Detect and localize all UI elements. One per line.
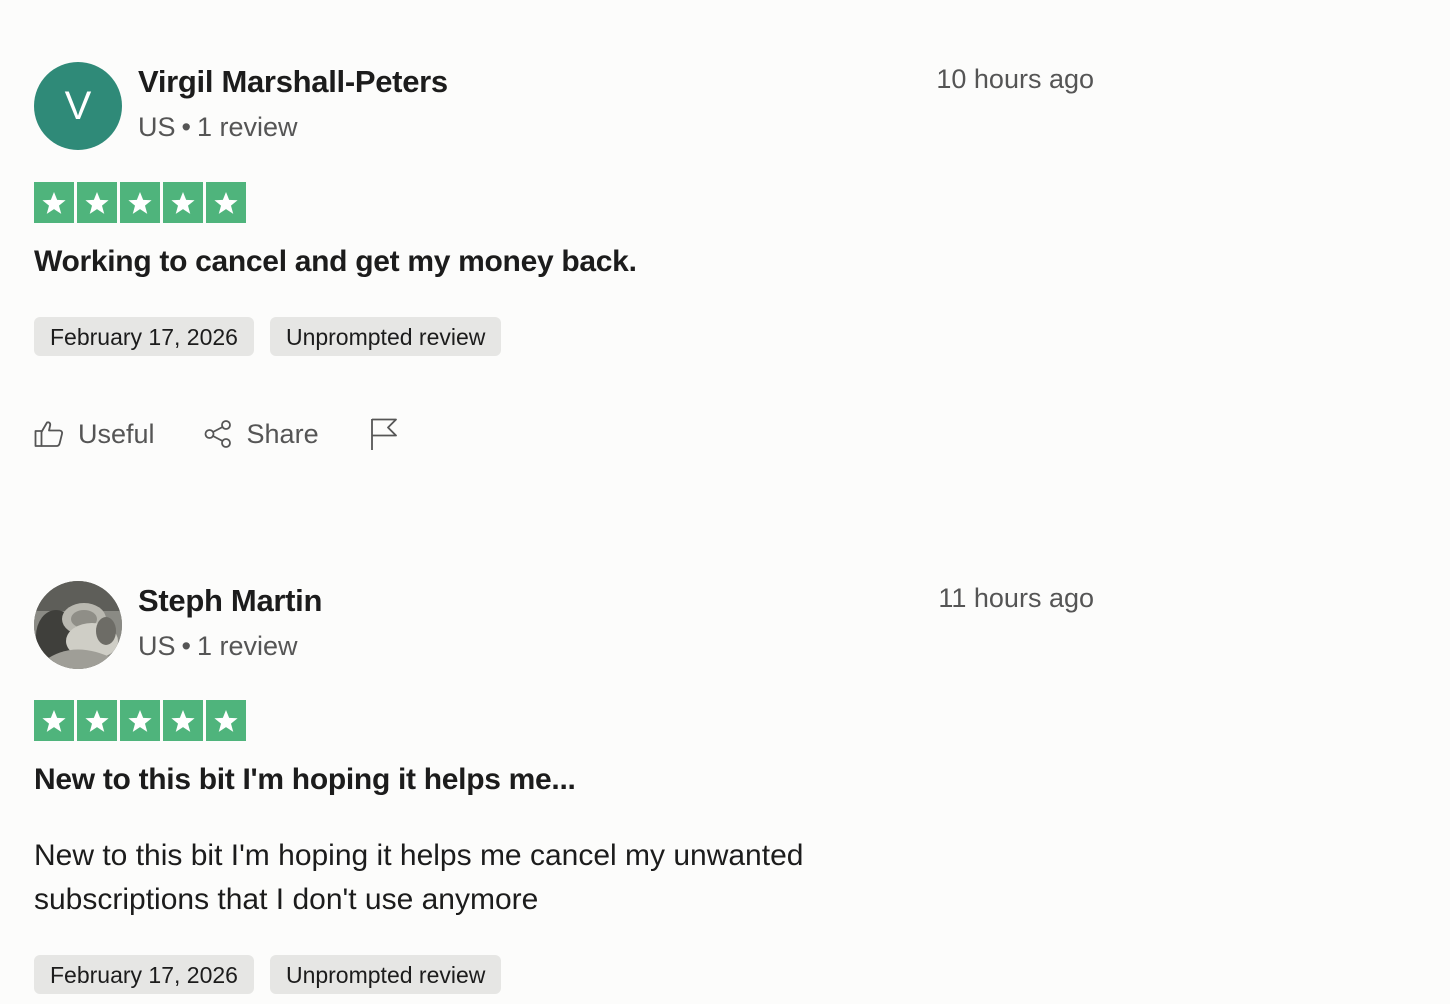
star-icon xyxy=(77,182,117,223)
review-card: Steph Martin US • 1 review 11 hours ago Ne… xyxy=(34,581,1094,994)
reviewer-meta: US • 1 review xyxy=(138,631,298,662)
star-icon xyxy=(120,700,160,741)
reviewer-country: US xyxy=(138,112,176,142)
star-icon xyxy=(206,182,246,223)
star-icon xyxy=(163,182,203,223)
review-actions: Useful Share xyxy=(34,417,399,451)
review-date-tag: February 17, 2026 xyxy=(34,317,254,356)
star-icon xyxy=(34,182,74,223)
review-time-ago: 10 hours ago xyxy=(936,64,1094,94)
reviewer-name[interactable]: Steph Martin xyxy=(138,583,322,619)
review-tags: February 17, 2026 Unprompted review xyxy=(34,955,502,994)
review-type-tag: Unprompted review xyxy=(269,317,502,356)
reviewer-name[interactable]: Virgil Marshall-Peters xyxy=(138,64,448,100)
review-header: Steph Martin US • 1 review 11 hours ago xyxy=(34,581,1094,669)
thumbs-up-icon xyxy=(34,419,64,449)
reviewer-country: US xyxy=(138,631,176,661)
flag-icon xyxy=(369,417,399,451)
useful-label: Useful xyxy=(78,418,155,449)
reviewer-review-count: 1 review xyxy=(196,112,298,142)
separator-dot: • xyxy=(181,631,191,661)
star-icon xyxy=(206,700,246,741)
share-button[interactable]: Share xyxy=(203,419,319,450)
useful-button[interactable]: Useful xyxy=(34,419,155,450)
review-body: New to this bit I'm hoping it helps me c… xyxy=(34,839,804,916)
star-icon xyxy=(34,700,74,741)
avatar[interactable]: V xyxy=(34,62,122,150)
separator-dot: • xyxy=(181,112,191,142)
review-type-tag: Unprompted review xyxy=(269,955,502,994)
star-icon xyxy=(120,182,160,223)
review-date-tag: February 17, 2026 xyxy=(34,955,254,994)
star-rating xyxy=(34,700,246,741)
star-icon xyxy=(163,700,203,741)
avatar[interactable] xyxy=(34,581,122,669)
star-icon xyxy=(77,700,117,741)
review-header: V Virgil Marshall-Peters US • 1 review 10 … xyxy=(34,62,1094,150)
report-button[interactable] xyxy=(369,417,399,451)
review-card: V Virgil Marshall-Peters US • 1 review 10 … xyxy=(34,62,1094,450)
star-rating xyxy=(34,182,246,223)
review-tags: February 17, 2026 Unprompted review xyxy=(34,317,502,356)
profile-photo-icon xyxy=(34,581,122,669)
review-title[interactable]: New to this bit I'm hoping it helps me..… xyxy=(34,763,576,797)
reviewer-meta: US • 1 review xyxy=(138,112,298,143)
share-label: Share xyxy=(246,418,319,449)
share-icon xyxy=(203,419,233,449)
review-title[interactable]: Working to cancel and get my money back. xyxy=(34,245,637,279)
review-time-ago: 11 hours ago xyxy=(938,583,1094,613)
reviewer-review-count: 1 review xyxy=(196,631,298,661)
